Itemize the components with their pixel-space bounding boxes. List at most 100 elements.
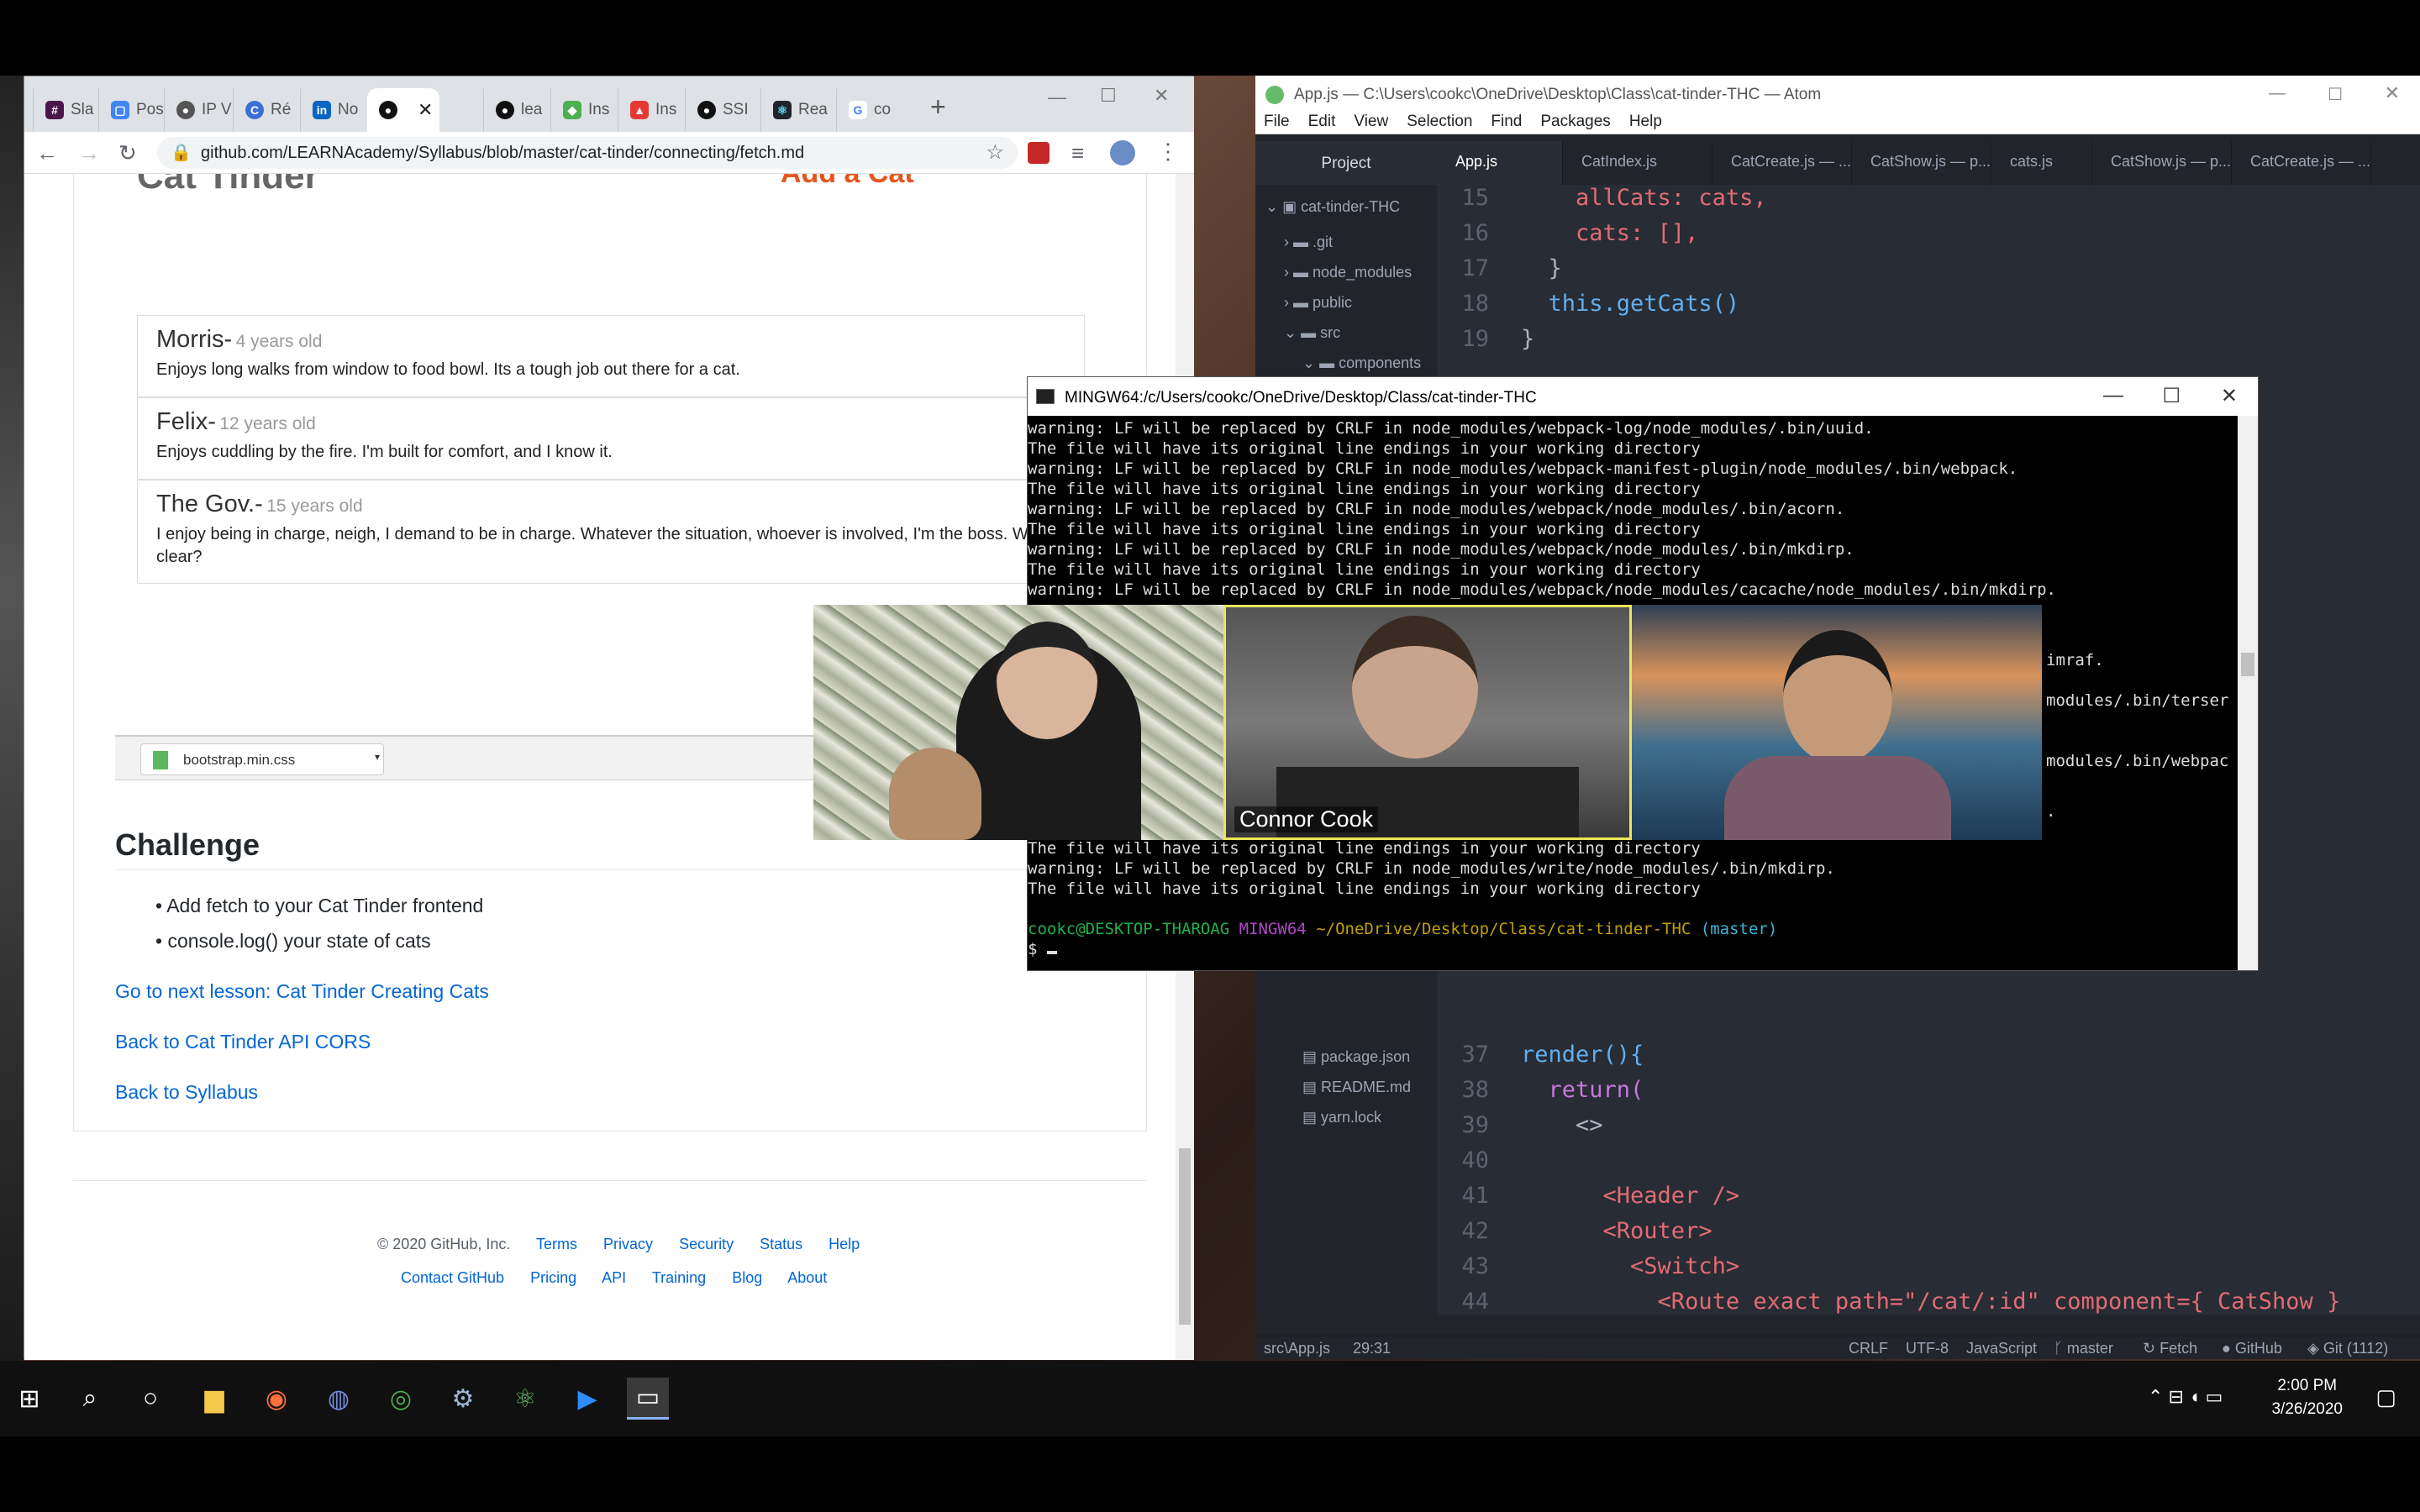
status-branch[interactable]: ᚴ master xyxy=(2054,1340,2113,1357)
footer-link[interactable]: Help xyxy=(829,1236,860,1252)
tray-icons[interactable]: ⌃ ⊟ ◖ ▭ xyxy=(2148,1386,2223,1408)
footer-link[interactable]: Status xyxy=(760,1236,802,1252)
status-file-path[interactable]: src\App.js xyxy=(1264,1340,1330,1357)
tree-item-root[interactable]: ⌄ ▣ cat-tinder-THC xyxy=(1265,198,1400,216)
taskbar-clock[interactable]: 2:00 PM 3/26/2020 xyxy=(2271,1374,2343,1421)
menu-view[interactable]: View xyxy=(1354,113,1388,134)
search-icon[interactable]: ⌕ xyxy=(69,1378,111,1420)
tree-item-public[interactable]: › ▬ public xyxy=(1284,294,1352,312)
video-tile[interactable] xyxy=(813,605,1223,840)
menu-find[interactable]: Find xyxy=(1491,113,1522,134)
maximize-button[interactable]: ☐ xyxy=(2328,84,2343,105)
footer-link[interactable]: Privacy xyxy=(603,1236,653,1252)
terminal-cursor xyxy=(1046,951,1057,954)
tab-linkedin[interactable]: in No xyxy=(300,88,367,132)
menu-help[interactable]: Help xyxy=(1629,113,1662,134)
footer-link[interactable]: API xyxy=(602,1269,626,1286)
cortana-icon[interactable]: ○ xyxy=(129,1378,171,1420)
tab-catcreate[interactable]: CatCreate.js — ... xyxy=(1712,141,1852,185)
tab-re[interactable]: C Ré xyxy=(233,88,300,132)
minimize-button[interactable]: — xyxy=(2269,84,2286,103)
terminal-icon[interactable]: ▭ xyxy=(627,1378,669,1420)
back-icon[interactable]: ← xyxy=(36,140,58,165)
close-tab-icon[interactable]: ✕ xyxy=(418,99,433,121)
status-fetch[interactable]: ↻ Fetch xyxy=(2143,1340,2197,1357)
tab-ip[interactable]: ● IP V xyxy=(164,88,233,132)
avatar[interactable] xyxy=(1110,140,1135,165)
tab-app-js[interactable]: App.js xyxy=(1437,141,1563,185)
footer-link[interactable]: Blog xyxy=(732,1269,762,1286)
discord-icon[interactable]: ◍ xyxy=(318,1378,360,1420)
tab-pos[interactable]: ▢ Pos xyxy=(98,88,164,132)
footer-link[interactable]: Training xyxy=(652,1269,706,1286)
tab-catcreate-2[interactable]: CatCreate.js — ... xyxy=(2232,141,2371,185)
kebab-menu-icon[interactable]: ⋮ xyxy=(1157,139,1179,165)
video-tile-active-speaker[interactable]: Connor Cook xyxy=(1223,605,1632,840)
status-grammar[interactable]: JavaScript xyxy=(1966,1340,2037,1357)
menu-selection[interactable]: Selection xyxy=(1407,113,1472,134)
footer-link[interactable]: About xyxy=(787,1269,827,1286)
video-tile[interactable] xyxy=(1632,605,2042,840)
steam-icon[interactable]: ⚙ xyxy=(442,1378,484,1420)
tab-slack[interactable]: # Sla xyxy=(33,88,98,132)
close-window-button[interactable]: ✕ xyxy=(2221,384,2238,408)
windows-start-icon[interactable]: ⊞ xyxy=(8,1378,50,1420)
tree-item-readme[interactable]: ▤ README.md xyxy=(1302,1079,1411,1096)
status-cursor-position[interactable]: 29:31 xyxy=(1353,1340,1391,1357)
zoom-icon[interactable]: ▶ xyxy=(566,1378,608,1420)
tree-item-src[interactable]: ⌄ ▬ src xyxy=(1284,324,1340,342)
tab-learn[interactable]: ● lea xyxy=(483,88,550,132)
bookmark-star-icon[interactable]: ☆ xyxy=(986,140,1004,165)
project-header[interactable]: Project xyxy=(1255,141,1437,185)
tree-item-yarn-lock[interactable]: ▤ yarn.lock xyxy=(1302,1109,1381,1126)
scroll-thumb[interactable] xyxy=(1179,1148,1191,1325)
atom-icon[interactable]: ⚛ xyxy=(504,1378,546,1420)
terminal-line: modules/.bin/terser xyxy=(2046,691,2229,710)
footer-link[interactable]: Contact GitHub xyxy=(401,1269,504,1286)
tree-item-package-json[interactable]: ▤ package.json xyxy=(1302,1048,1410,1066)
status-encoding[interactable]: UTF-8 xyxy=(1906,1340,1949,1357)
minimize-button[interactable]: — xyxy=(2103,384,2123,407)
chrome-icon[interactable]: ◎ xyxy=(380,1378,422,1420)
terminal-scrollbar[interactable] xyxy=(2238,416,2258,970)
menu-edit[interactable]: Edit xyxy=(1308,113,1336,134)
media-control-icon[interactable]: ≡ xyxy=(1071,140,1084,166)
status-line-ending[interactable]: CRLF xyxy=(1849,1340,1888,1357)
tab-github-active[interactable]: ● ✕ xyxy=(367,88,439,132)
linkedin-icon: in xyxy=(313,101,331,119)
footer-link[interactable]: Pricing xyxy=(530,1269,576,1286)
tab-react[interactable]: ⚛ Rea xyxy=(760,88,836,132)
extension-icon[interactable] xyxy=(1028,142,1050,164)
tab-ins-2[interactable]: ▲ Ins xyxy=(618,88,685,132)
close-window-button[interactable]: ✕ xyxy=(2385,82,2400,104)
new-tab-button[interactable]: + xyxy=(930,92,946,123)
minimize-button[interactable]: — xyxy=(1048,87,1066,108)
tab-catshow-2[interactable]: CatShow.js — p... xyxy=(2092,141,2232,185)
notification-icon[interactable]: ▢ xyxy=(2375,1384,2396,1410)
menu-packages[interactable]: Packages xyxy=(1540,113,1610,134)
url-input[interactable]: 🔒 github.com/LEARNAcademy/Syllabus/blob/… xyxy=(157,137,1018,169)
footer-link[interactable]: Security xyxy=(679,1236,734,1252)
firefox-icon[interactable]: ◉ xyxy=(255,1378,297,1420)
forward-icon[interactable]: → xyxy=(78,140,100,165)
status-git[interactable]: ◈ Git (1112) xyxy=(2307,1340,2388,1357)
tab-catshow[interactable]: CatShow.js — p... xyxy=(1852,141,1991,185)
tree-item-node-modules[interactable]: › ▬ node_modules xyxy=(1284,264,1412,281)
menu-file[interactable]: File xyxy=(1264,113,1290,134)
close-window-button[interactable]: ✕ xyxy=(1154,85,1169,107)
reload-icon[interactable]: ↻ xyxy=(118,140,137,165)
maximize-button[interactable]: ☐ xyxy=(1100,85,1117,107)
tab-google[interactable]: Gco xyxy=(836,88,903,132)
status-github[interactable]: ● GitHub xyxy=(2222,1340,2282,1357)
terminal-input-line[interactable]: $ xyxy=(1028,940,1057,958)
maximize-button[interactable]: ☐ xyxy=(2162,384,2181,408)
scroll-thumb[interactable] xyxy=(2241,653,2254,676)
file-explorer-icon[interactable]: ▆ xyxy=(193,1378,235,1420)
tree-item-components[interactable]: ⌄ ▬ components xyxy=(1302,354,1421,372)
tree-item-git[interactable]: › ▬ .git xyxy=(1284,234,1333,251)
tab-catindex[interactable]: CatIndex.js xyxy=(1563,141,1712,185)
tab-ins-1[interactable]: ◆ Ins xyxy=(550,88,618,132)
tab-ssh[interactable]: ● SSI xyxy=(685,88,760,132)
tab-cats-js[interactable]: cats.js xyxy=(1991,141,2092,185)
footer-link[interactable]: Terms xyxy=(536,1236,577,1252)
